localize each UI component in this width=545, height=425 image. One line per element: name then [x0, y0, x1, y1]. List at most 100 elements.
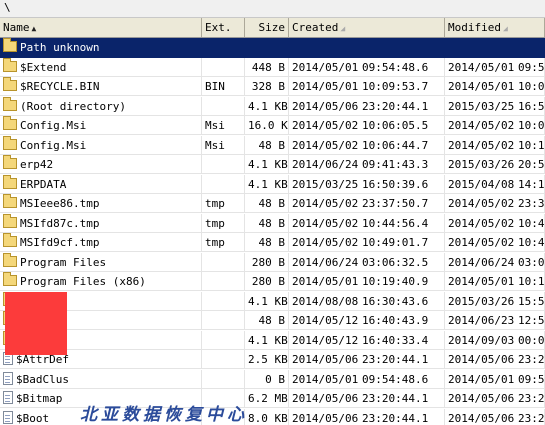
name-cell[interactable]: ERPDATA [0, 174, 202, 194]
table-row[interactable]: 4.1 KB 2014/05/12 16:40:33.4 2014/09/03 00:0… [0, 330, 545, 351]
name-label: Config.Msi [20, 119, 87, 132]
folder-icon [3, 77, 17, 91]
created-date: 2015/03/25 [292, 177, 359, 191]
created-time: 10:06:05.5 [362, 119, 429, 132]
modified-cell: 2014/05/0623:20 [445, 389, 545, 408]
modified-cell: 2015/04/0814:16 [445, 174, 545, 194]
table-row[interactable]: erp42 4.1 KB 2014/06/24 09:41:43.3 2015/03/2… [0, 155, 545, 175]
table-row[interactable]: Program Files 280 B 2014/06/24 03:06:32.5 20… [0, 252, 545, 273]
created-time: 23:37:50.7 [362, 197, 429, 210]
sort-indicator-icon: ◢ [340, 24, 346, 33]
modified-cell: 2014/05/0210:06 [445, 116, 545, 135]
modified-date: 2014/05/01 [448, 372, 515, 386]
folder-icon [3, 155, 17, 169]
modified-date: 2014/05/02 [448, 216, 515, 230]
folder-icon [3, 233, 17, 247]
name-cell[interactable]: MSIfd9cf.tmp [0, 233, 202, 252]
table-row[interactable]: Config.MsiMsi16.0 KB2014/05/0210:06:05.5… [0, 116, 545, 136]
folder-icon [3, 174, 17, 189]
table-row[interactable]: (Root directory) 4.1 KB 2014/05/06 23:20:44… [0, 96, 545, 117]
modified-date: 2014/05/02 [448, 138, 515, 152]
file-icon [3, 391, 13, 404]
modified-cell: 2014/05/0109:54 [445, 57, 545, 77]
col-header-modified[interactable]: Modified ◢ [445, 18, 545, 37]
created-date: 2014/05/02 [292, 119, 359, 132]
ext-cell: BIN [202, 77, 245, 96]
table-row[interactable]: 48 B2014/05/1216:40:43.92014/06/2312:53 [0, 311, 545, 331]
col-header-size[interactable]: Size [245, 18, 289, 37]
name-label: $RECYCLE.BIN [20, 80, 100, 93]
name-cell[interactable]: MSIeee86.tmp [0, 194, 202, 213]
created-date: 2014/05/01 [292, 60, 359, 74]
name-cell[interactable]: erp42 [0, 155, 202, 174]
table-row[interactable]: MSIeee86.tmp tmp 48 B 2014/05/02 23:37:50.7 2… [0, 194, 545, 214]
ext-cell: tmp [202, 194, 245, 213]
modified-time: 15:50 [518, 294, 545, 308]
table-row[interactable]: $Extend 448 B 2014/05/01 09:54:48.6 2014/05/… [0, 57, 545, 78]
name-cell[interactable]: Path unknown [0, 38, 202, 57]
modified-time: 10:19 [518, 275, 545, 288]
created-date: 2014/05/12 [292, 314, 359, 327]
created-time: 23:20:44.1 [362, 99, 429, 113]
created-cell: 2014/05/02 23:37:50.7 [289, 194, 445, 213]
table-row[interactable]: $BadClus 0 B 2014/05/01 09:54:48.6 2014/05/0… [0, 369, 545, 390]
col-header-created[interactable]: Created ◢ [289, 18, 445, 37]
name-cell[interactable]: Config.Msi [0, 116, 202, 135]
table-row[interactable]: 4.1 KB 2014/08/08 16:30:43.6 2015/03/26 15:5… [0, 291, 545, 312]
folder-icon [3, 38, 17, 52]
table-row[interactable]: Program Files (x86) 280 B 2014/05/01 10:19:… [0, 272, 545, 292]
created-time: 23:20:44.1 [362, 392, 429, 405]
table-row[interactable]: Config.Msi Msi 48 B 2014/05/02 10:06:44.7 201… [0, 135, 545, 156]
name-cell[interactable]: $Extend [0, 57, 202, 77]
ext-cell [202, 272, 245, 291]
ext-cell [202, 350, 245, 369]
table-row[interactable]: $RECYCLE.BIN BIN 328 B 2014/05/01 10:09:53.7… [0, 77, 545, 97]
name-label: $Boot [16, 411, 50, 425]
modified-date: 2014/05/01 [448, 60, 515, 74]
name-cell[interactable]: MSIfd87c.tmp [0, 213, 202, 233]
name-cell[interactable]: Program Files (x86) [0, 272, 202, 291]
name-label: MSIfd87c.tmp [20, 216, 100, 230]
col-header-ext[interactable]: Ext. [202, 18, 245, 37]
created-time: 10:44:56.4 [362, 216, 429, 230]
created-cell: 2014/05/06 23:20:44.1 [289, 96, 445, 116]
modified-time: 10:49 [518, 236, 545, 249]
name-label: $Extend [20, 60, 67, 74]
modified-cell: 2014/05/0110:09 [445, 77, 545, 96]
modified-date: 2014/09/03 [448, 333, 515, 347]
folder-icon [3, 272, 17, 286]
table-row[interactable]: MSIfd9cf.tmp tmp 48 B 2014/05/02 10:49:01.7 2… [0, 233, 545, 253]
folder-icon [3, 135, 17, 150]
path-bar: \ [0, 0, 545, 18]
table-row[interactable]: $AttrDef 2.5 KB 2014/05/06 23:20:44.1 2014/0… [0, 350, 545, 370]
created-date: 2014/05/02 [292, 138, 359, 152]
created-time: 10:09:53.7 [362, 80, 429, 93]
created-cell: 2014/05/06 23:20:44.1 [289, 389, 445, 408]
modified-time: 10:06 [518, 119, 545, 132]
modified-date: 2014/05/02 [448, 236, 515, 249]
col-size-label: Size [258, 21, 286, 34]
col-header-name[interactable]: Name ▲ [0, 18, 202, 37]
name-cell[interactable]: Config.Msi [0, 135, 202, 155]
table-row[interactable]: MSIfd87c.tmp tmp 48 B 2014/05/02 10:44:56.4 2… [0, 213, 545, 234]
name-cell[interactable]: Program Files [0, 252, 202, 272]
name-label: erp42 [20, 158, 54, 171]
table-row[interactable]: Path unknown [0, 38, 545, 58]
col-modified-label: Modified [448, 21, 501, 34]
modified-date: 2015/03/25 [448, 99, 515, 113]
size-cell: 280 B [245, 272, 289, 291]
created-cell: 2014/05/01 10:09:53.7 [289, 77, 445, 96]
name-cell[interactable]: $RECYCLE.BIN [0, 77, 202, 96]
name-cell[interactable]: (Root directory) [0, 96, 202, 116]
created-cell: 2014/05/01 09:54:48.6 [289, 57, 445, 77]
created-date: 2014/06/24 [292, 255, 359, 269]
name-cell[interactable]: $BadClus [0, 369, 202, 389]
file-icon [3, 371, 13, 385]
size-cell: 0 B [245, 369, 289, 389]
created-date: 2014/05/01 [292, 275, 359, 288]
table-row[interactable]: ERPDATA 4.1 KB 2015/03/25 16:50:39.6 2015/04… [0, 174, 545, 195]
size-cell: 4.1 KB [245, 291, 289, 311]
folder-icon [3, 194, 17, 208]
created-cell: 2014/05/06 23:20:44.1 [289, 350, 445, 369]
size-cell: 48 B [245, 194, 289, 213]
